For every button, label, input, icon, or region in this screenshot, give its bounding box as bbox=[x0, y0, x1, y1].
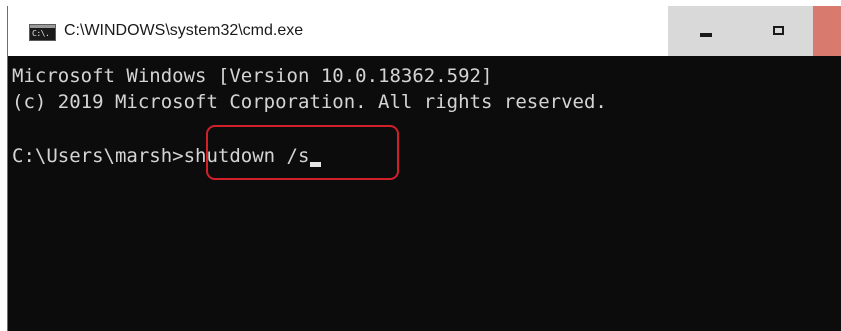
title-bar[interactable]: C:\. C:\WINDOWS\system32\cmd.exe bbox=[8, 6, 841, 56]
prompt-line[interactable]: C:\Users\marsh>shutdown /s bbox=[12, 144, 322, 168]
copyright-line: (c) 2019 Microsoft Corporation. All righ… bbox=[12, 91, 607, 113]
window-title: C:\WINDOWS\system32\cmd.exe bbox=[64, 22, 304, 39]
text-cursor bbox=[310, 162, 322, 167]
close-button[interactable] bbox=[813, 6, 841, 56]
minimize-button[interactable] bbox=[668, 6, 744, 56]
version-line: Microsoft Windows [Version 10.0.18362.59… bbox=[12, 65, 493, 87]
console-area[interactable]: Microsoft Windows [Version 10.0.18362.59… bbox=[8, 56, 841, 331]
command-prompt-icon[interactable]: C:\. bbox=[29, 24, 56, 41]
command-input[interactable]: shutdown /s bbox=[184, 145, 310, 167]
prompt-path: C:\Users\marsh> bbox=[12, 145, 184, 167]
maximize-button[interactable] bbox=[744, 6, 813, 56]
icon-glyph: C:\. bbox=[32, 29, 50, 38]
cmd-window: C:\. C:\WINDOWS\system32\cmd.exe Microso… bbox=[7, 6, 841, 331]
maximize-icon bbox=[773, 25, 784, 35]
minimize-icon bbox=[700, 33, 712, 37]
